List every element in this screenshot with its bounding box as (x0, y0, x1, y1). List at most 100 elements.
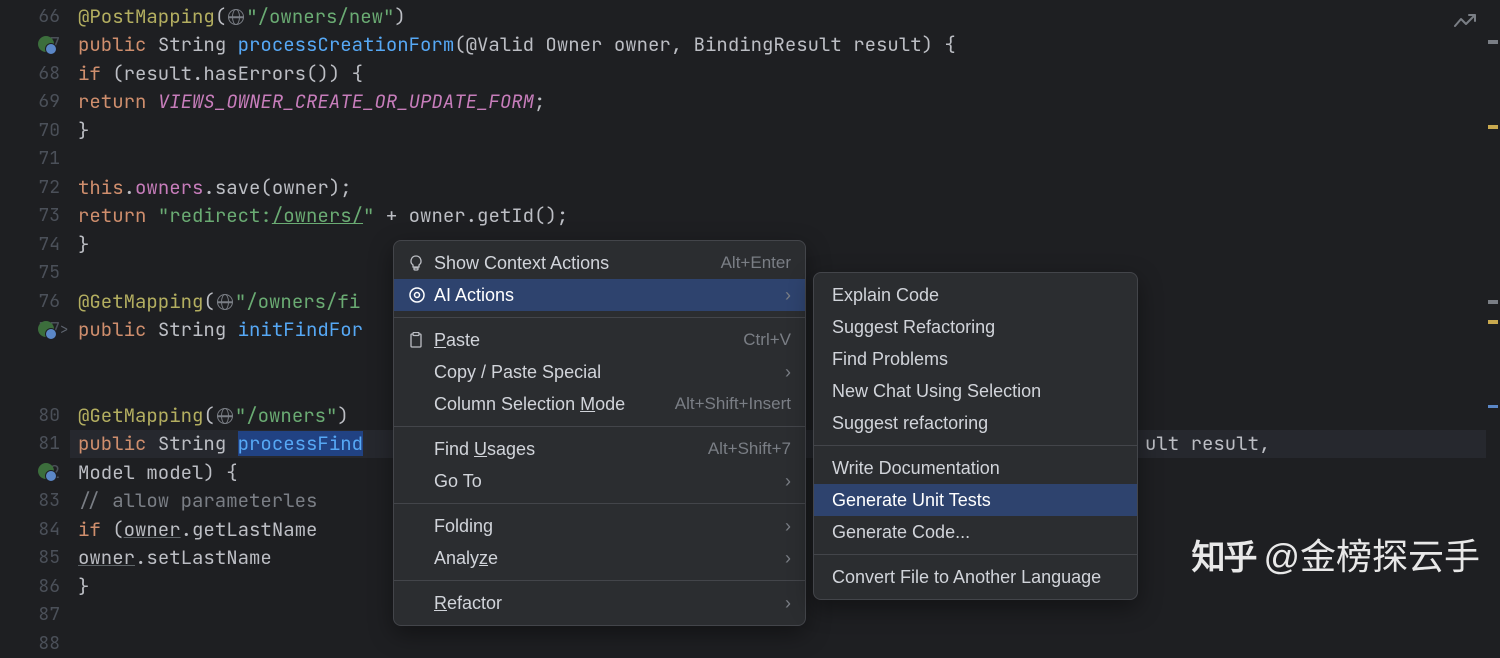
scroll-marker-caret[interactable] (1488, 405, 1498, 408)
line-number: 85 (0, 544, 70, 573)
menu-separator (394, 503, 805, 504)
line-number: 75 (0, 259, 70, 288)
override-icon[interactable] (38, 36, 56, 54)
line-number-gutter: 66 67 68 69 70 71 72 73 74 75 76 77> 80 … (0, 0, 70, 600)
watermark: 知乎 @金榜探云手 (1191, 528, 1480, 580)
bulb-icon (408, 255, 434, 271)
context-menu[interactable]: Show Context ActionsAlt+Enter AI Actions ›… (393, 240, 806, 626)
zhihu-logo: 知乎 (1191, 530, 1255, 579)
chevron-right-icon: › (785, 285, 791, 306)
menu-separator (394, 426, 805, 427)
submenu-item[interactable]: Generate Code... (814, 516, 1137, 548)
menu-item-label: AI Actions (434, 285, 775, 306)
fold-chevron-icon[interactable]: > (60, 321, 68, 339)
submenu-item[interactable]: New Chat Using Selection (814, 375, 1137, 407)
ai-icon (408, 286, 434, 304)
menu-separator (394, 317, 805, 318)
menu-item-label: Paste (434, 330, 743, 351)
watermark-text: @金榜探云手 (1263, 528, 1480, 580)
line-number: 76 (0, 287, 70, 316)
menu-item[interactable]: Find UsagesAlt+Shift+7 (394, 433, 805, 465)
submenu-item-label: Convert File to Another Language (828, 567, 1123, 588)
chevron-right-icon: › (785, 471, 791, 492)
menu-item[interactable]: Refactor › (394, 587, 805, 619)
menu-item[interactable]: Analyze › (394, 542, 805, 574)
scrollbar-track[interactable] (1486, 0, 1500, 600)
submenu-item[interactable]: Write Documentation (814, 452, 1137, 484)
submenu-item-label: Generate Unit Tests (828, 490, 1123, 511)
menu-item-label: Refactor (434, 593, 775, 614)
line-number: 73 (0, 202, 70, 231)
scroll-marker-warning[interactable] (1488, 125, 1498, 129)
submenu-item[interactable]: Convert File to Another Language (814, 561, 1137, 593)
menu-item[interactable]: PasteCtrl+V (394, 324, 805, 356)
menu-item[interactable]: Go To › (394, 465, 805, 497)
submenu-item-label: Find Problems (828, 349, 1123, 370)
line-number: 66 (0, 2, 70, 31)
scroll-marker[interactable] (1488, 300, 1498, 304)
menu-shortcut: Alt+Shift+Insert (675, 394, 791, 414)
submenu-item-label: Suggest refactoring (828, 413, 1123, 434)
line-number: 87 (0, 601, 70, 630)
submenu-item-label: Generate Code... (828, 522, 1123, 543)
ai-actions-submenu[interactable]: Explain Code Suggest Refactoring Find Prob… (813, 272, 1138, 600)
menu-shortcut: Alt+Shift+7 (708, 439, 791, 459)
chevron-right-icon: › (785, 548, 791, 569)
menu-item[interactable]: Show Context ActionsAlt+Enter (394, 247, 805, 279)
line-number (0, 344, 70, 373)
line-number: 77> (0, 316, 70, 345)
line-number: 71 (0, 145, 70, 174)
menu-separator (814, 554, 1137, 555)
menu-item-label: Folding (434, 516, 775, 537)
menu-shortcut: Alt+Enter (721, 253, 791, 273)
menu-item-label: Copy / Paste Special (434, 362, 775, 383)
menu-separator (814, 445, 1137, 446)
submenu-item[interactable]: Explain Code (814, 279, 1137, 311)
line-number: 74 (0, 230, 70, 259)
line-number: 81 (0, 430, 70, 459)
override-icon[interactable] (38, 463, 56, 481)
submenu-item[interactable]: Find Problems (814, 343, 1137, 375)
menu-item-label: Find Usages (434, 439, 708, 460)
menu-item[interactable]: Copy / Paste Special › (394, 356, 805, 388)
menu-shortcut: Ctrl+V (743, 330, 791, 350)
globe-icon (217, 294, 233, 310)
submenu-item-label: Suggest Refactoring (828, 317, 1123, 338)
menu-item[interactable]: AI Actions › (394, 279, 805, 311)
override-icon[interactable] (38, 321, 56, 339)
submenu-item[interactable]: Suggest Refactoring (814, 311, 1137, 343)
submenu-item[interactable]: Suggest refactoring (814, 407, 1137, 439)
menu-item[interactable]: Column Selection ModeAlt+Shift+Insert (394, 388, 805, 420)
chevron-right-icon: › (785, 516, 791, 537)
menu-separator (394, 580, 805, 581)
line-number: 88 (0, 629, 70, 658)
globe-icon (228, 9, 244, 25)
menu-item-label: Analyze (434, 548, 775, 569)
menu-item-label: Column Selection Mode (434, 394, 675, 415)
menu-item-label: Go To (434, 471, 775, 492)
line-number: 72 (0, 173, 70, 202)
globe-icon (217, 408, 233, 424)
chevron-right-icon: › (785, 362, 791, 383)
line-number: 83 (0, 487, 70, 516)
line-number: 67 (0, 31, 70, 60)
scroll-marker[interactable] (1488, 40, 1498, 44)
menu-item[interactable]: Folding › (394, 510, 805, 542)
submenu-item-label: New Chat Using Selection (828, 381, 1123, 402)
code-vision-icon[interactable] (1454, 14, 1476, 35)
submenu-item[interactable]: Generate Unit Tests (814, 484, 1137, 516)
line-number: 70 (0, 116, 70, 145)
line-number (0, 373, 70, 402)
line-number: 80 (0, 401, 70, 430)
submenu-item-label: Write Documentation (828, 458, 1123, 479)
scroll-marker-warning[interactable] (1488, 320, 1498, 324)
submenu-item-label: Explain Code (828, 285, 1123, 306)
paste-icon (408, 332, 434, 348)
line-number: 84 (0, 515, 70, 544)
line-number: 86 (0, 572, 70, 601)
line-number: 82 (0, 458, 70, 487)
line-number: 69 (0, 88, 70, 117)
line-number: 68 (0, 59, 70, 88)
chevron-right-icon: › (785, 593, 791, 614)
menu-item-label: Show Context Actions (434, 253, 721, 274)
